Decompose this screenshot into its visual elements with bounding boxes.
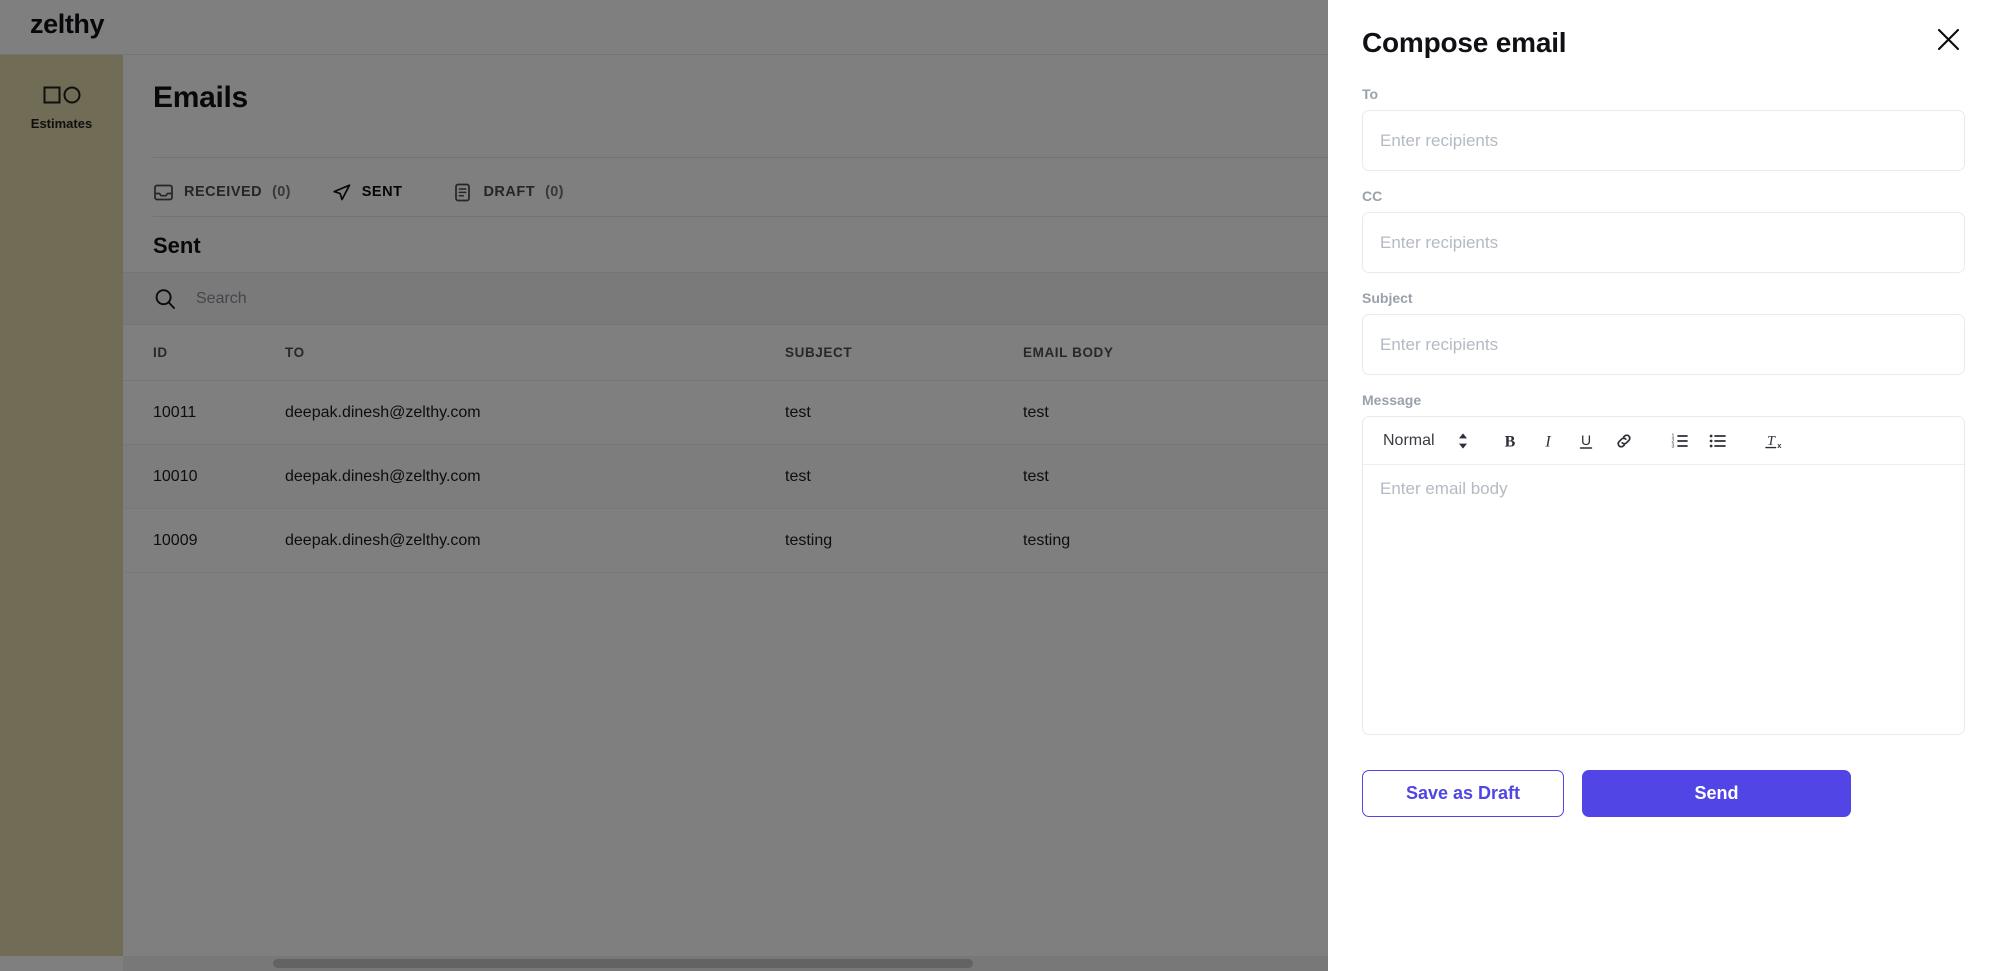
subject-input[interactable] — [1362, 314, 1965, 375]
bold-icon: B — [1500, 431, 1520, 451]
clear-format-button[interactable]: T x — [1757, 425, 1791, 457]
ordered-list-button[interactable]: 1 2 3 — [1663, 425, 1697, 457]
field-cc: CC — [1362, 188, 1965, 273]
save-as-draft-button[interactable]: Save as Draft — [1362, 770, 1564, 817]
editor-toolbar: Normal B I U 1 2 3 T x — [1363, 417, 1964, 465]
svg-text:I: I — [1544, 433, 1551, 450]
email-body-editor[interactable]: Enter email body — [1363, 465, 1964, 734]
format-select[interactable]: Normal — [1375, 425, 1477, 457]
svg-text:3: 3 — [1671, 443, 1674, 449]
close-button[interactable] — [1931, 22, 1965, 56]
svg-text:x: x — [1777, 441, 1782, 450]
close-icon — [1935, 26, 1962, 53]
svg-text:U: U — [1581, 432, 1591, 448]
drawer-actions: Save as Draft Send — [1362, 752, 1965, 841]
compose-email-drawer: Compose email To CC Subject Message — [1328, 0, 1999, 971]
cc-input[interactable] — [1362, 212, 1965, 273]
label-to: To — [1362, 86, 1379, 102]
ordered-list-icon: 1 2 3 — [1670, 431, 1690, 451]
app-root: zelthy Estimates Emails — [0, 0, 1999, 971]
drawer-header: Compose email — [1362, 0, 1965, 86]
italic-button[interactable]: I — [1531, 425, 1565, 457]
send-button[interactable]: Send — [1582, 770, 1851, 817]
clear-format-icon: T x — [1764, 431, 1784, 451]
svg-text:T: T — [1767, 434, 1776, 449]
field-message: Message Normal B I U 1 2 3 T x Enter ema… — [1362, 392, 1965, 735]
italic-icon: I — [1538, 431, 1558, 451]
bullet-list-button[interactable] — [1701, 425, 1735, 457]
link-icon — [1614, 431, 1634, 451]
chevron-updown-icon — [1457, 432, 1469, 450]
link-button[interactable] — [1607, 425, 1641, 457]
bullet-list-icon — [1708, 431, 1728, 451]
rich-text-editor: Normal B I U 1 2 3 T x Enter email body — [1362, 416, 1965, 735]
field-to: To — [1362, 86, 1965, 171]
label-subject: Subject — [1362, 290, 1413, 306]
format-select-label: Normal — [1383, 431, 1435, 449]
to-input[interactable] — [1362, 110, 1965, 171]
drawer-title: Compose email — [1362, 27, 1567, 58]
label-cc: CC — [1362, 188, 1383, 204]
label-message: Message — [1362, 392, 1422, 408]
bold-button[interactable]: B — [1493, 425, 1527, 457]
underline-button[interactable]: U — [1569, 425, 1603, 457]
field-subject: Subject — [1362, 290, 1965, 375]
svg-text:B: B — [1504, 433, 1515, 450]
underline-icon: U — [1576, 431, 1596, 451]
